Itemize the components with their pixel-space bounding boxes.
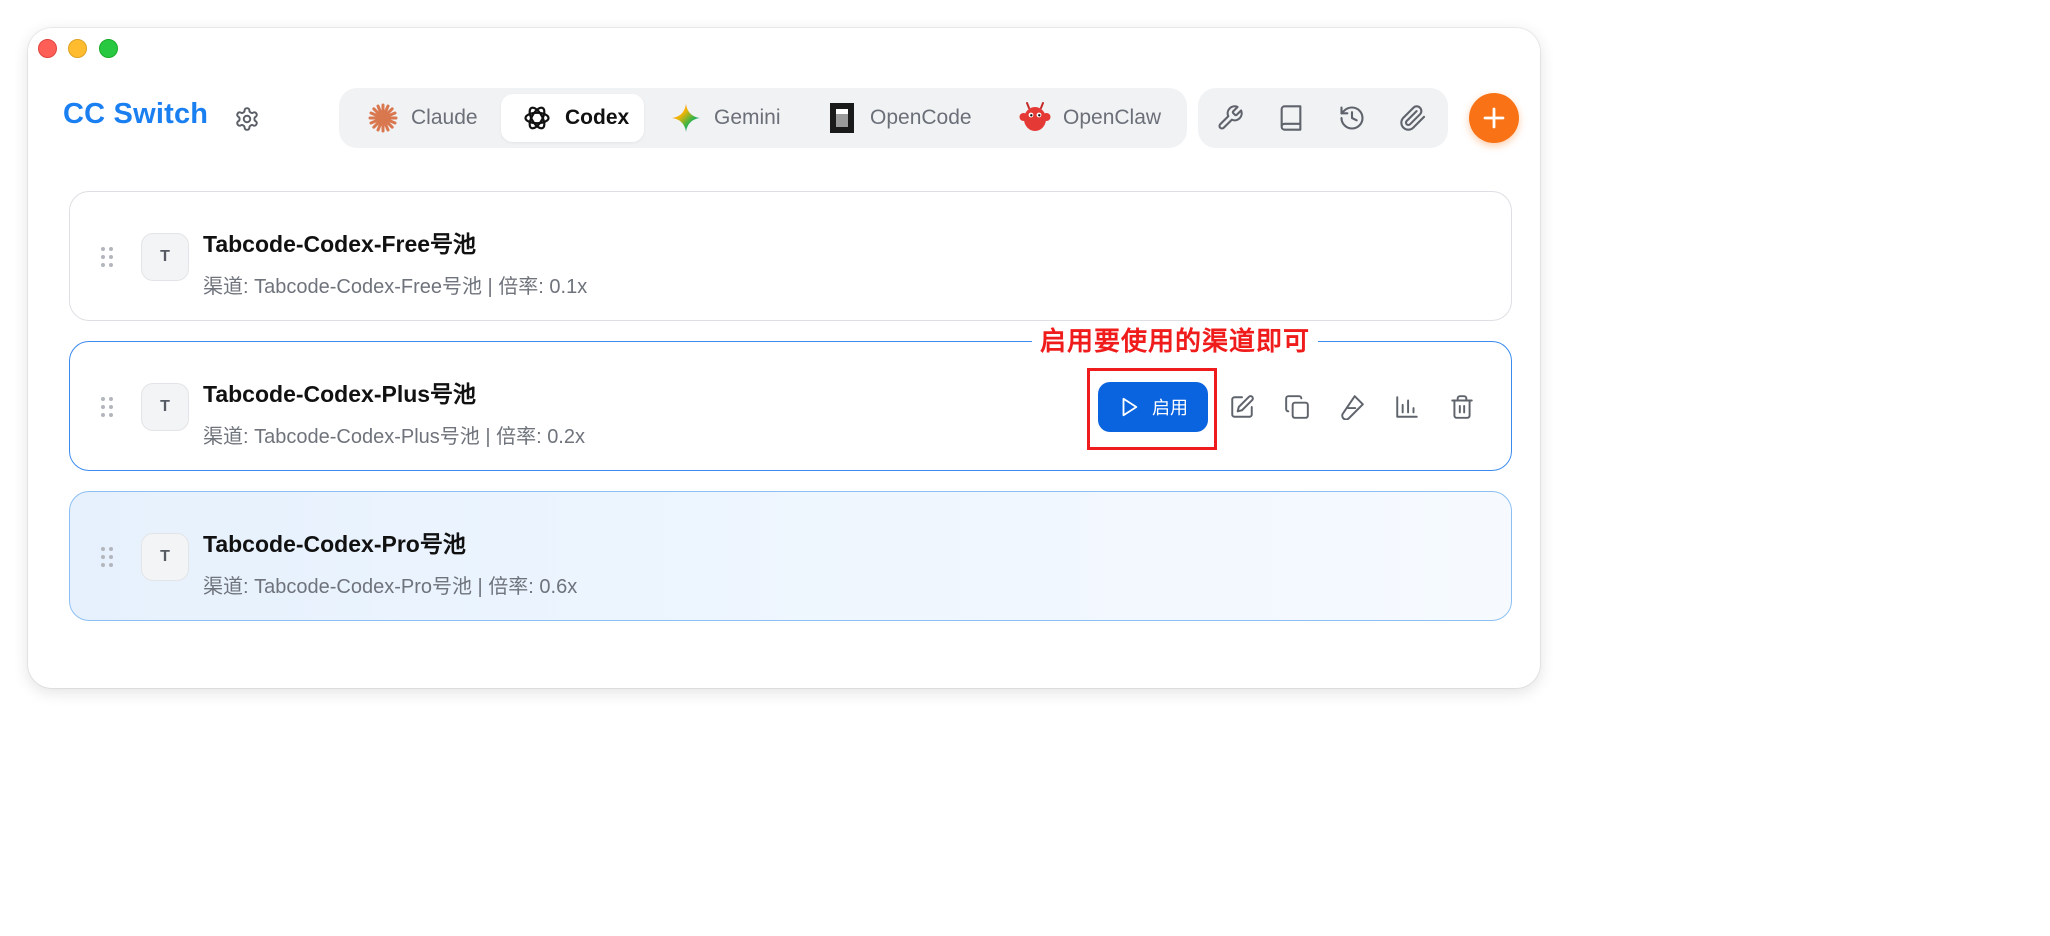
tab-label: Claude <box>411 106 478 129</box>
tab-opencode[interactable]: OpenCode <box>806 94 987 142</box>
drag-handle-icon[interactable] <box>100 396 114 418</box>
provider-detail: 渠道: Tabcode-Codex-Free号池 | 倍率: 0.1x <box>203 276 588 298</box>
claude-icon <box>367 102 399 134</box>
enable-button-label: 启用 <box>1152 398 1188 418</box>
tab-label: OpenClaw <box>1063 106 1162 129</box>
history-icon[interactable] <box>1338 104 1366 132</box>
tab-gemini[interactable]: Gemini <box>650 94 800 142</box>
delete-icon[interactable] <box>1449 394 1475 420</box>
provider-name: Tabcode-Codex-Plus号池 <box>203 381 477 407</box>
gemini-icon <box>670 102 702 134</box>
tab-codex[interactable]: Codex <box>501 94 644 142</box>
tab-claude[interactable]: Claude <box>347 94 497 142</box>
duplicate-icon[interactable] <box>1284 394 1310 420</box>
usage-chart-icon[interactable] <box>1394 394 1420 420</box>
tab-openclaw[interactable]: OpenClaw <box>999 94 1179 142</box>
opencode-icon <box>826 102 858 134</box>
provider-card-free[interactable]: T Tabcode-Codex-Free号池 渠道: Tabcode-Codex… <box>69 191 1512 321</box>
annotation-label: 启用要使用的渠道即可 <box>1032 326 1319 356</box>
provider-avatar: T <box>141 533 189 581</box>
provider-avatar: T <box>141 233 189 281</box>
openclaw-icon <box>1019 102 1051 134</box>
tab-label: Gemini <box>714 106 781 129</box>
enable-button[interactable]: 启用 <box>1098 382 1208 432</box>
test-icon[interactable] <box>1339 394 1365 421</box>
book-icon[interactable] <box>1277 104 1305 132</box>
provider-card-plus[interactable]: T Tabcode-Codex-Plus号池 渠道: Tabcode-Codex… <box>69 326 1512 471</box>
drag-handle-icon[interactable] <box>100 246 114 268</box>
wrench-icon[interactable] <box>1216 104 1244 132</box>
provider-name: Tabcode-Codex-Pro号池 <box>203 531 466 557</box>
drag-handle-icon[interactable] <box>100 546 114 568</box>
app-title: CC Switch <box>63 98 209 130</box>
provider-card-pro[interactable]: T Tabcode-Codex-Pro号池 渠道: Tabcode-Codex-… <box>69 491 1512 621</box>
zoom-window-button[interactable] <box>99 39 118 58</box>
app-window: CC Switch Claude Codex Gemini OpenCode O… <box>28 28 1540 688</box>
provider-detail: 渠道: Tabcode-Codex-Pro号池 | 倍率: 0.6x <box>203 576 578 598</box>
provider-detail: 渠道: Tabcode-Codex-Plus号池 | 倍率: 0.2x <box>203 426 585 448</box>
settings-gear-icon[interactable] <box>234 106 260 132</box>
tab-label: OpenCode <box>870 106 972 129</box>
edit-icon[interactable] <box>1229 394 1255 420</box>
close-window-button[interactable] <box>38 39 57 58</box>
add-provider-button[interactable] <box>1469 93 1519 143</box>
play-icon <box>1122 397 1138 417</box>
paperclip-icon[interactable] <box>1399 104 1427 132</box>
provider-avatar: T <box>141 383 189 431</box>
codex-icon <box>521 102 553 134</box>
app-tabs: Claude Codex Gemini OpenCode OpenClaw <box>339 88 1187 148</box>
tab-label: Codex <box>565 106 630 129</box>
toolbar <box>1198 88 1448 148</box>
provider-name: Tabcode-Codex-Free号池 <box>203 231 477 257</box>
minimize-window-button[interactable] <box>68 39 87 58</box>
plus-icon <box>1483 107 1505 129</box>
